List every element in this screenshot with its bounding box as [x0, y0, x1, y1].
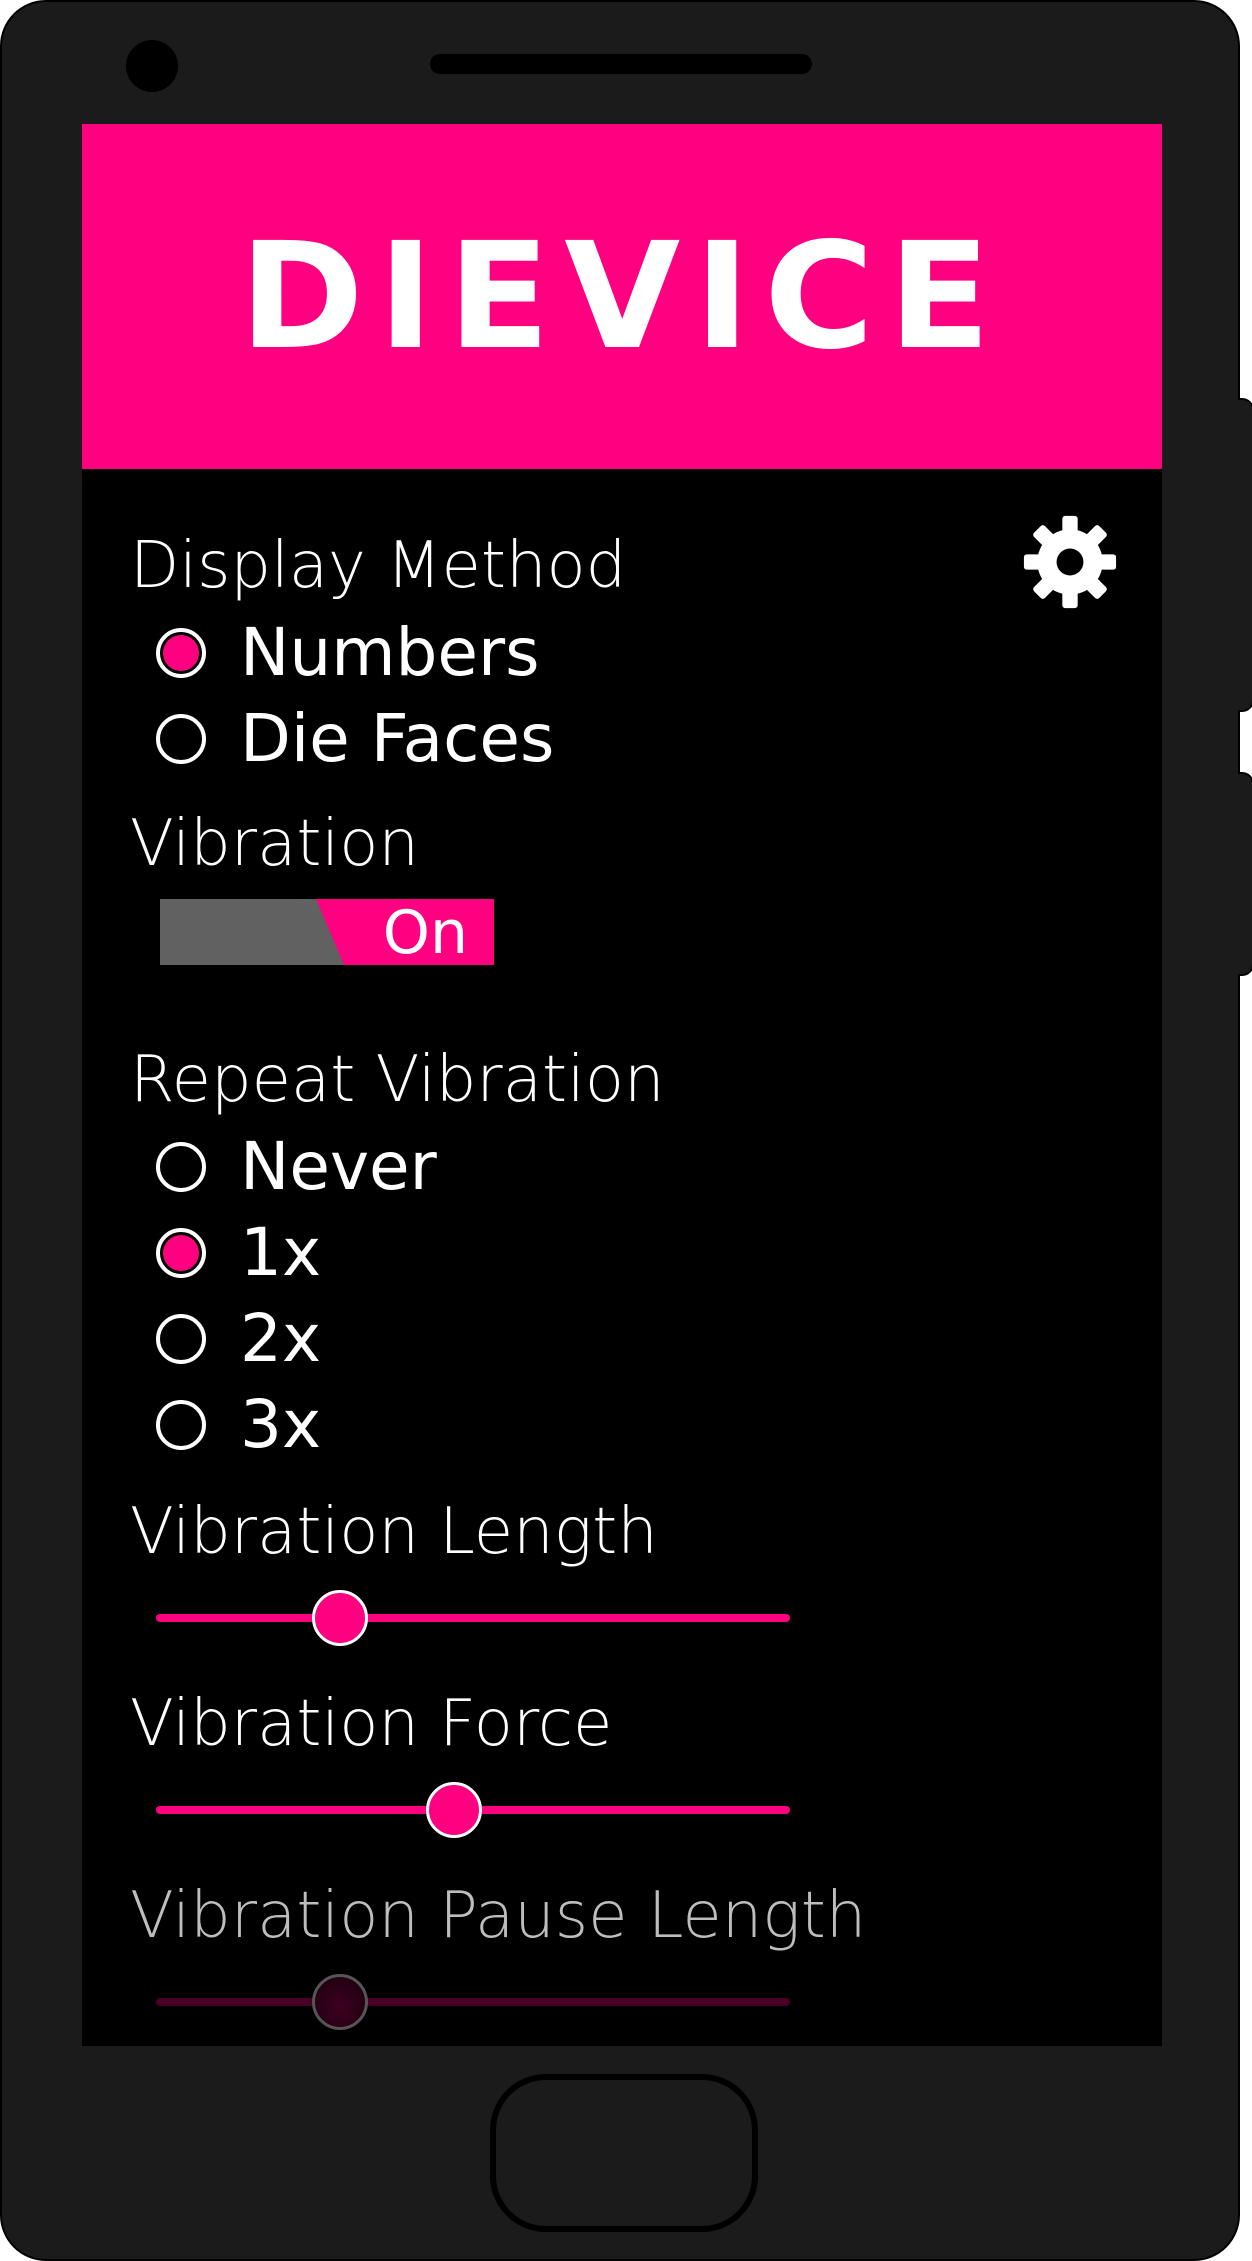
vibration-length-slider[interactable]: [156, 1590, 790, 1646]
side-button-lower[interactable]: [1238, 772, 1252, 976]
slider-track[interactable]: [156, 1614, 790, 1622]
front-camera: [126, 40, 178, 92]
radio-button[interactable]: [156, 714, 206, 764]
app-title: DIEVICE: [239, 211, 1005, 382]
radio-selected-dot: [163, 635, 199, 671]
gear-icon[interactable]: [1022, 514, 1118, 610]
radio-option-label: 2x: [240, 1300, 322, 1377]
radio-option-2x[interactable]: 2x: [156, 1306, 321, 1372]
earpiece-speaker: [430, 54, 812, 74]
radio-button[interactable]: [156, 628, 206, 678]
app-header: DIEVICE: [82, 124, 1162, 469]
side-button-upper[interactable]: [1238, 398, 1252, 712]
radio-option-die-faces[interactable]: Die Faces: [156, 706, 554, 772]
toggle-state-label: On: [382, 899, 468, 965]
phone-frame: DIEVICE Display Method Numbers Die Faces…: [0, 0, 1240, 2261]
radio-option-label: Die Faces: [240, 700, 555, 777]
slider-thumb: [311, 1974, 368, 2030]
vibration-toggle[interactable]: On: [160, 899, 494, 965]
radio-button[interactable]: [156, 1142, 206, 1192]
radio-option-label: Numbers: [240, 614, 540, 691]
vibration-label: Vibration: [130, 807, 419, 881]
repeat-vibration-label: Repeat Vibration: [130, 1043, 665, 1117]
slider-thumb[interactable]: [425, 1782, 482, 1838]
radio-selected-dot: [163, 1235, 199, 1271]
radio-option-numbers[interactable]: Numbers: [156, 620, 540, 686]
home-button[interactable]: [490, 2074, 758, 2232]
display-method-label: Display Method: [130, 529, 627, 603]
radio-option-3x[interactable]: 3x: [156, 1392, 321, 1458]
radio-option-label: 1x: [240, 1214, 322, 1291]
vibration-length-label: Vibration Length: [130, 1495, 658, 1569]
radio-button[interactable]: [156, 1314, 206, 1364]
radio-option-never[interactable]: Never: [156, 1134, 437, 1200]
app-screen: DIEVICE Display Method Numbers Die Faces…: [82, 124, 1162, 2046]
vibration-pause-length-label: Vibration Pause Length: [130, 1879, 867, 1953]
slider-track: [156, 1998, 790, 2006]
vibration-force-label: Vibration Force: [130, 1687, 613, 1761]
vibration-pause-length-slider: [156, 1974, 790, 2030]
vibration-force-slider[interactable]: [156, 1782, 790, 1838]
radio-option-label: 3x: [240, 1386, 322, 1463]
radio-option-label: Never: [240, 1128, 437, 1205]
slider-thumb[interactable]: [311, 1590, 368, 1646]
radio-button[interactable]: [156, 1228, 206, 1278]
radio-option-1x[interactable]: 1x: [156, 1220, 321, 1286]
radio-button[interactable]: [156, 1400, 206, 1450]
